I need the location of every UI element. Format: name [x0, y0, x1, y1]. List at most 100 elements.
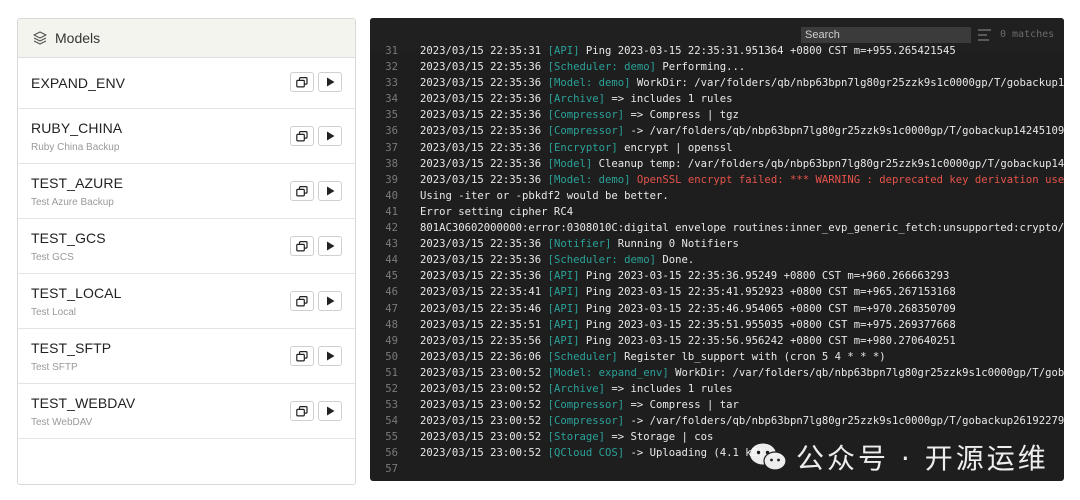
model-name: RUBY_CHINA — [31, 120, 123, 136]
log-line: 44 2023/03/15 22:35:36 [Scheduler: demo] … — [370, 252, 1064, 268]
run-button[interactable] — [318, 236, 342, 256]
filter-lines-icon[interactable] — [978, 29, 992, 41]
log-tag: [API] — [547, 302, 580, 315]
line-number: 39 — [385, 173, 398, 186]
line-number: 36 — [385, 125, 398, 138]
line-number: 50 — [385, 350, 398, 363]
model-row[interactable]: TEST_GCS Test GCS — [18, 219, 355, 274]
play-icon — [326, 131, 334, 141]
copy-icon — [296, 130, 308, 142]
line-number: 51 — [385, 366, 398, 379]
log-timestamp: 2023/03/15 23:00:52 — [420, 447, 542, 460]
copy-button[interactable] — [290, 291, 314, 311]
line-number: 32 — [385, 61, 398, 74]
log-line: 50 2023/03/15 22:36:06 [Scheduler] Regist… — [370, 349, 1064, 365]
run-button[interactable] — [318, 346, 342, 366]
model-row[interactable]: TEST_WEBDAV Test WebDAV — [18, 384, 355, 439]
log-timestamp: 2023/03/15 22:35:36 — [420, 270, 542, 283]
model-description: Test Azure Backup — [31, 197, 114, 208]
log-viewer[interactable]: 0 matches 31 2023/03/15 22:35:31 [API] Pi… — [370, 18, 1064, 481]
watermark: 公众号 · 开源运维 — [748, 437, 1049, 477]
log-timestamp: 2023/03/15 22:35:46 — [420, 302, 542, 315]
row-actions — [290, 126, 342, 146]
log-tag: [Scheduler: demo] — [547, 254, 657, 267]
log-line: 54 2023/03/15 23:00:52 [Compressor] -> /v… — [370, 413, 1064, 429]
model-name: EXPAND_ENV — [31, 75, 126, 91]
layers-icon — [33, 31, 47, 45]
log-timestamp: 2023/03/15 22:35:36 — [420, 93, 542, 106]
log-message: => Storage | cos — [604, 431, 714, 444]
line-number: 54 — [385, 415, 398, 428]
log-message: Ping 2023-03-15 22:35:56.956242 +0800 CS… — [579, 334, 956, 347]
log-tag: [Scheduler: demo] — [547, 61, 657, 74]
copy-button[interactable] — [290, 126, 314, 146]
log-timestamp: 2023/03/15 22:35:51 — [420, 318, 542, 331]
log-message: WorkDir: /var/folders/qb/nbp63bpn7lg80gr… — [668, 366, 1064, 379]
line-number: 40 — [385, 189, 398, 202]
log-message: encrypt | openssl — [617, 141, 733, 154]
copy-icon — [296, 350, 308, 362]
log-message: -> /var/folders/qb/nbp63bpn7lg80gr25zzk9… — [624, 415, 1065, 428]
log-line: 52 2023/03/15 23:00:52 [Archive] => inclu… — [370, 381, 1064, 397]
log-timestamp: 2023/03/15 23:00:52 — [420, 366, 542, 379]
copy-button[interactable] — [290, 346, 314, 366]
log-body[interactable]: 31 2023/03/15 22:35:31 [API] Ping 2023-03… — [370, 43, 1064, 478]
copy-button[interactable] — [290, 72, 314, 92]
log-timestamp: 2023/03/15 22:35:36 — [420, 173, 542, 186]
log-line: 47 2023/03/15 22:35:46 [API] Ping 2023-03… — [370, 301, 1064, 317]
play-icon — [326, 241, 334, 251]
run-button[interactable] — [318, 72, 342, 92]
model-row[interactable]: TEST_SFTP Test SFTP — [18, 329, 355, 384]
line-number: 37 — [385, 141, 398, 154]
run-button[interactable] — [318, 181, 342, 201]
log-message: Ping 2023-03-15 22:35:31.951364 +0800 CS… — [579, 45, 956, 57]
log-message: 801AC30602000000:error:0308010C:digital … — [420, 222, 1064, 235]
row-actions — [290, 346, 342, 366]
log-line: 45 2023/03/15 22:35:36 [API] Ping 2023-03… — [370, 268, 1064, 284]
log-message: Ping 2023-03-15 22:35:41.952923 +0800 CS… — [579, 286, 956, 299]
line-number: 42 — [385, 222, 398, 235]
model-row[interactable]: TEST_AZURE Test Azure Backup — [18, 164, 355, 219]
log-timestamp: 2023/03/15 22:36:06 — [420, 350, 542, 363]
run-button[interactable] — [318, 291, 342, 311]
log-line: 53 2023/03/15 23:00:52 [Compressor] => Co… — [370, 397, 1064, 413]
line-number: 52 — [385, 382, 398, 395]
log-line: 33 2023/03/15 22:35:36 [Model: demo] Work… — [370, 75, 1064, 91]
model-row[interactable]: TEST_LOCAL Test Local — [18, 274, 355, 329]
run-button[interactable] — [318, 401, 342, 421]
watermark-text: 公众号 · 开源运维 — [796, 442, 1049, 475]
model-row[interactable]: RUBY_CHINA Ruby China Backup — [18, 109, 355, 164]
copy-icon — [296, 76, 308, 88]
line-number: 35 — [385, 109, 398, 122]
model-row[interactable]: EXPAND_ENV — [18, 58, 355, 109]
log-line: 35 2023/03/15 22:35:36 [Compressor] => Co… — [370, 107, 1064, 123]
log-tag: [Compressor] — [547, 399, 625, 412]
log-tag: [Archive] — [547, 382, 605, 395]
log-message: Ping 2023-03-15 22:35:46.954065 +0800 CS… — [579, 302, 956, 315]
log-timestamp: 2023/03/15 22:35:31 — [420, 45, 542, 57]
log-message: => includes 1 rules — [604, 93, 733, 106]
log-tag: [Storage] — [547, 431, 605, 444]
line-number: 33 — [385, 77, 398, 90]
play-icon — [326, 77, 334, 87]
copy-button[interactable] — [290, 401, 314, 421]
log-message: Performing... — [656, 61, 746, 74]
log-tag: [API] — [547, 270, 580, 283]
copy-icon — [296, 240, 308, 252]
log-message: -> /var/folders/qb/nbp63bpn7lg80gr25zzk9… — [624, 125, 1065, 138]
copy-button[interactable] — [290, 181, 314, 201]
copy-button[interactable] — [290, 236, 314, 256]
log-timestamp: 2023/03/15 22:35:36 — [420, 238, 542, 251]
log-line: 51 2023/03/15 23:00:52 [Model: expand_env… — [370, 365, 1064, 381]
run-button[interactable] — [318, 126, 342, 146]
search-input[interactable] — [801, 27, 971, 43]
log-tag: [API] — [547, 45, 580, 57]
line-number: 41 — [385, 205, 398, 218]
copy-icon — [296, 185, 308, 197]
model-name: TEST_SFTP — [31, 340, 112, 356]
line-number: 45 — [385, 270, 398, 283]
log-message: WorkDir: /var/folders/qb/nbp63bpn7lg80gr… — [630, 77, 1064, 90]
models-panel: Models EXPAND_ENV RUBY_CHINA Ruby China Ba… — [17, 18, 356, 485]
line-number: 38 — [385, 157, 398, 170]
line-number: 44 — [385, 254, 398, 267]
